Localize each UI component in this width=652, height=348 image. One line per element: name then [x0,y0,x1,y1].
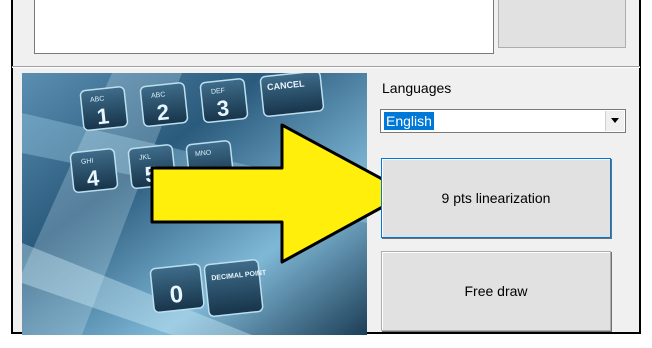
dropdown-button[interactable] [605,111,624,131]
output-textbox[interactable] [34,0,494,54]
free-draw-button[interactable]: Free draw [381,251,611,331]
top-right-button[interactable] [498,0,626,48]
linearization-button[interactable]: 9 pts linearization [381,158,611,238]
key-caption: ABC [151,91,166,99]
key-label: 2 [155,99,170,125]
linearization-button-label: 9 pts linearization [441,190,551,206]
keypad-key: ABC 2 [139,82,189,128]
keypad-key: DEF 3 [199,78,249,124]
chevron-down-icon [611,118,619,123]
keypad-key: ABC 1 [79,86,129,132]
keypad-key: MNO [185,140,235,186]
key-label: 3 [215,95,230,121]
key-label: 0 [168,281,184,309]
keypad-key: 0 [149,263,205,314]
language-select[interactable]: English [380,109,626,133]
keypad-key: JKL 5 [127,144,177,190]
languages-label: Languages [382,80,452,96]
key-caption: ABC [90,96,105,104]
key-caption: DEF [211,87,226,95]
language-selected-value: English [384,112,434,130]
key-caption: GHI [81,158,94,166]
key-label: 1 [95,103,110,129]
key-caption: JKL [139,154,152,162]
keypad-key: GHI 4 [69,148,119,194]
keypad-image: ABC 1 ABC 2 DEF 3 CANCEL GHI 4 JKL 5 MNO… [22,73,367,335]
free-draw-button-label: Free draw [464,283,528,299]
keypad-key: CANCEL [259,73,325,118]
key-label: 5 [143,161,158,187]
divider [12,66,640,68]
